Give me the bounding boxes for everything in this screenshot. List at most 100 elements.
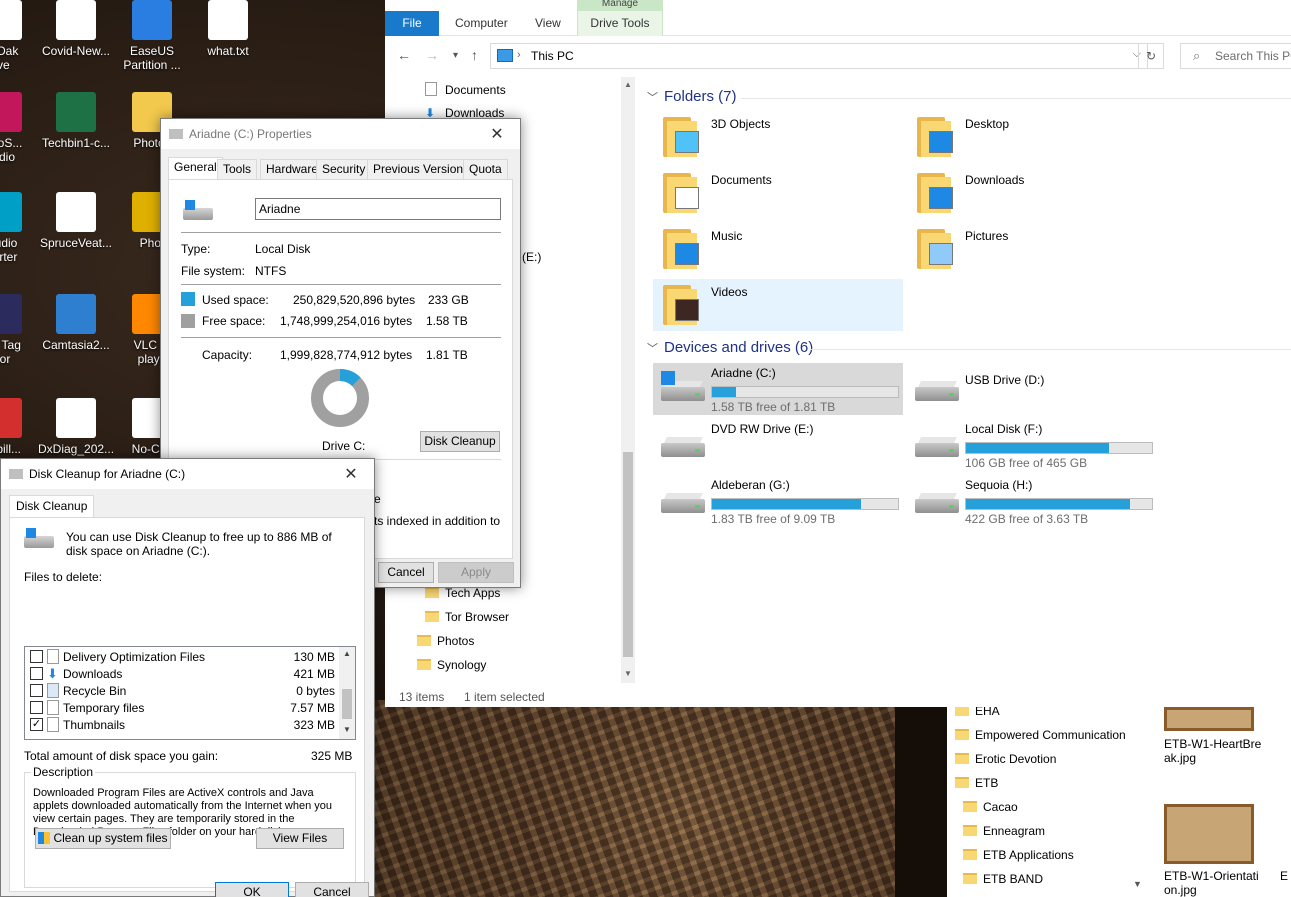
scroll-down-icon[interactable]: ▼ [1133, 879, 1142, 889]
folder-tile[interactable]: Downloads [907, 167, 1157, 219]
file-row[interactable]: Delivery Optimization Files 130 MB [25, 648, 341, 665]
props-fragment-e: e [374, 492, 381, 506]
drive-tile[interactable]: Aldeberan (G:) 1.83 TB free of 9.09 TB [653, 475, 903, 527]
file-checkbox[interactable] [30, 684, 43, 697]
back-arrow-icon[interactable]: ← [397, 47, 411, 63]
desktop-icon[interactable]: D3 Tagitor [0, 294, 40, 366]
file-checkbox[interactable] [30, 701, 43, 714]
folder-tile[interactable]: 3D Objects [653, 111, 903, 163]
refresh-icon[interactable]: ↻ [1138, 43, 1164, 69]
tab-previous-versions[interactable]: Previous Versions [367, 159, 476, 179]
folder-tile[interactable]: Pictures [907, 223, 1157, 275]
address-bar[interactable]: › This PC ⌵ [490, 43, 1148, 69]
collapse-chevron-icon[interactable]: ﹀ [647, 92, 658, 104]
collapse-chevron-icon[interactable]: ﹀ [647, 343, 658, 355]
tab-hardware[interactable]: Hardware [260, 159, 325, 179]
image-thumbnail[interactable] [1164, 804, 1254, 864]
desktop-icon[interactable]: SpruceVeat... [38, 192, 114, 250]
file-row[interactable]: ⬇ Downloads 421 MB [25, 665, 341, 682]
scroll-up-icon[interactable]: ▲ [343, 649, 351, 658]
ok-button[interactable]: OK [215, 882, 289, 897]
desktop-icon[interactable]: DxDiag_202... [38, 398, 114, 456]
drive-tile[interactable]: Ariadne (C:) 1.58 TB free of 1.81 TB [653, 363, 903, 415]
folders-group-header[interactable]: ﹀ Folders (7) [647, 88, 737, 105]
drive-tile[interactable]: DVD RW Drive (E:) [653, 419, 903, 471]
file-category-size: 7.57 MB [290, 701, 335, 715]
hard-drive-icon [661, 371, 705, 403]
nav-scrollbar[interactable]: ▲ ▼ [621, 77, 635, 683]
disk-cleanup-button[interactable]: Disk Cleanup [420, 431, 500, 452]
drive-tile[interactable]: Sequoia (H:) 422 GB free of 3.63 TB [907, 475, 1157, 527]
properties-apply-button[interactable]: Apply [438, 562, 514, 583]
file-row[interactable]: Recycle Bin 0 bytes [25, 682, 341, 699]
close-icon[interactable]: ✕ [336, 464, 366, 484]
search-placeholder: Search This PC [1215, 49, 1291, 63]
file-system-label: File system: [181, 264, 246, 278]
tab-tools[interactable]: Tools [217, 159, 258, 179]
scroll-up-icon[interactable]: ▲ [624, 80, 632, 89]
folder-icon [963, 873, 977, 884]
tab-manage[interactable]: Manage [577, 0, 663, 11]
file-checkbox[interactable]: ✓ [30, 718, 43, 731]
scroll-down-icon[interactable]: ▼ [624, 669, 632, 678]
nav-photos[interactable]: Photos [417, 634, 474, 648]
recent-chevron-icon[interactable]: ▾ [453, 50, 458, 61]
desktop-icon[interactable]: what.txt [190, 0, 266, 58]
tab-view[interactable]: View [523, 11, 573, 36]
folder-tile[interactable]: Videos [653, 279, 903, 331]
drive-name-input[interactable]: Ariadne [255, 198, 501, 220]
view-files-button[interactable]: View Files [256, 828, 344, 849]
tab-computer[interactable]: Computer [443, 11, 520, 36]
file-checkbox[interactable] [30, 650, 43, 663]
breadcrumb-this-pc[interactable]: This PC [531, 49, 574, 63]
desktop-icon[interactable]: Audioverter [0, 192, 40, 264]
nav-documents[interactable]: Documents [425, 82, 506, 97]
tab-security[interactable]: Security [316, 159, 372, 179]
drive-tile[interactable]: USB Drive (D:) [907, 363, 1157, 415]
file-icon [47, 700, 59, 715]
desktop-icon[interactable]: Techbin1-c... [38, 92, 114, 150]
scroll-down-icon[interactable]: ▼ [343, 725, 351, 734]
nav-tech-apps[interactable]: Tech Apps [425, 586, 500, 600]
desktop-icon[interactable]: n_bill... [0, 398, 40, 456]
tab-general[interactable]: General [168, 157, 223, 180]
cleanup-cancel-button[interactable]: Cancel [295, 882, 369, 897]
drive-name: Aldeberan (G:) [711, 478, 790, 492]
file-list-scroll-thumb[interactable] [342, 689, 352, 719]
folder-tile[interactable]: Documents [653, 167, 903, 219]
desktop-icon[interactable]: Covid-New... [38, 0, 114, 58]
folder-icon [917, 229, 953, 269]
image-thumbnail[interactable] [1164, 707, 1254, 731]
desktop-icon[interactable]: EaseUS Partition ... [114, 0, 190, 72]
desktop-icon[interactable]: ideoS...tudio [0, 92, 40, 164]
nav-tor-browser[interactable]: Tor Browser [425, 610, 509, 624]
drive-tile[interactable]: Local Disk (F:) 106 GB free of 465 GB [907, 419, 1157, 471]
folder-tile[interactable]: Desktop [907, 111, 1157, 163]
files-to-delete-list[interactable]: Delivery Optimization Files 130 MB ⬇ Downlo… [24, 646, 356, 740]
drives-group-header[interactable]: ﹀ Devices and drives (6) [647, 339, 813, 356]
folder-tile[interactable]: Music [653, 223, 903, 275]
properties-cancel-button[interactable]: Cancel [378, 562, 434, 583]
search-input[interactable]: ⌕ Search This PC [1180, 43, 1291, 69]
forward-arrow-icon[interactable]: → [425, 47, 439, 63]
file-row[interactable]: Temporary files 7.57 MB [25, 699, 341, 716]
desktop-icon[interactable]: Camtasia2... [38, 294, 114, 352]
nav-synology[interactable]: Synology [417, 658, 486, 672]
tab-file[interactable]: File [385, 11, 439, 36]
file-checkbox[interactable] [30, 667, 43, 680]
status-item-count: 13 items [399, 690, 445, 704]
tab-drive-tools[interactable]: Drive Tools [577, 11, 663, 36]
up-arrow-icon[interactable]: ↑ [471, 47, 478, 63]
file-row[interactable]: ✓ Thumbnails 323 MB [25, 716, 341, 733]
nav-scroll-thumb[interactable] [623, 452, 633, 657]
tab-quota[interactable]: Quota [463, 159, 508, 179]
breadcrumb-chevron-icon[interactable]: › [517, 49, 521, 61]
file-list-scrollbar[interactable]: ▲ ▼ [339, 647, 355, 739]
file-category-name: Recycle Bin [63, 684, 127, 698]
used-space-label: Used space: [202, 293, 269, 307]
clean-up-system-files-button[interactable]: Clean up system files [35, 828, 171, 849]
close-icon[interactable]: ✕ [482, 124, 512, 144]
tab-disk-cleanup[interactable]: Disk Cleanup [9, 495, 95, 518]
desktop-icon[interactable]: erOakive [0, 0, 40, 72]
drive-usage-bar [711, 498, 899, 510]
